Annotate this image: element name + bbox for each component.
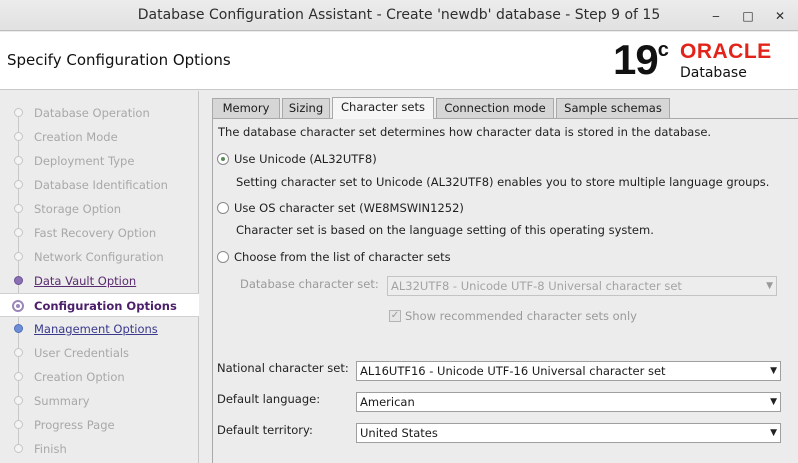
step-summary: Summary — [0, 389, 199, 413]
step-label: User Credentials — [34, 346, 130, 360]
step-user-credentials: User Credentials — [0, 341, 199, 365]
unicode-radio[interactable] — [217, 153, 229, 165]
oracle-version-logo: 19c — [613, 36, 669, 83]
step-dot-icon — [14, 108, 23, 117]
step-label: Summary — [34, 394, 90, 408]
step-dot-icon — [14, 324, 23, 333]
oracle-product-label: Database — [680, 65, 747, 81]
unicode-option-description: Setting character set to Unicode (AL32UT… — [236, 175, 770, 189]
step-database-identification: Database Identification — [0, 173, 199, 197]
step-fast-recovery-option: Fast Recovery Option — [0, 221, 199, 245]
tab-sample-schemas[interactable]: Sample schemas — [556, 98, 670, 118]
os-charset-option-label[interactable]: Use OS character set (WE8MSWIN1252) — [234, 201, 464, 215]
maximize-icon[interactable]: □ — [739, 7, 757, 25]
tab-memory[interactable]: Memory — [212, 98, 280, 118]
step-creation-mode: Creation Mode — [0, 125, 199, 149]
step-label: Creation Option — [34, 370, 125, 384]
step-dot-icon — [14, 444, 23, 453]
page-title: Specify Configuration Options — [7, 51, 231, 69]
show-recommended-label: Show recommended character sets only — [405, 309, 637, 323]
show-recommended-checkbox[interactable]: ✓ — [389, 310, 401, 322]
page-header: Specify Configuration Options 19c ORACLE… — [0, 32, 798, 90]
national-charset-label: National character set: — [217, 361, 349, 375]
step-storage-option: Storage Option — [0, 197, 199, 221]
step-dot-icon — [14, 348, 23, 357]
step-finish: Finish — [0, 437, 199, 461]
step-label: Configuration Options — [34, 299, 177, 313]
charset-intro-text: The database character set determines ho… — [218, 125, 712, 139]
step-dot-icon — [14, 180, 23, 189]
close-icon[interactable]: ✕ — [771, 7, 789, 25]
national-charset-select[interactable]: AL16UTF16 - Unicode UTF-16 Universal cha… — [356, 361, 781, 381]
step-label: Database Identification — [34, 178, 168, 192]
default-territory-select[interactable]: United States ▼ — [356, 423, 781, 443]
default-language-label: Default language: — [217, 392, 321, 406]
window-title: Database Configuration Assistant - Creat… — [137, 7, 661, 23]
steps-sidebar: Database Operation Creation Mode Deploym… — [0, 91, 199, 463]
logo-version-sup: c — [657, 39, 669, 61]
database-charset-select[interactable]: AL32UTF8 - Unicode UTF-8 Universal chara… — [387, 276, 777, 296]
step-dot-icon — [14, 132, 23, 141]
step-configuration-options[interactable]: Configuration Options — [0, 293, 199, 317]
step-label[interactable]: Management Options — [34, 322, 158, 336]
tab-connection-mode[interactable]: Connection mode — [436, 98, 554, 118]
os-charset-option-description: Character set is based on the language s… — [236, 223, 654, 237]
minimize-icon[interactable]: ‒ — [707, 7, 725, 25]
step-database-operation: Database Operation — [0, 101, 199, 125]
step-label[interactable]: Data Vault Option — [34, 274, 136, 288]
default-territory-value: United States — [360, 426, 438, 440]
step-label: Fast Recovery Option — [34, 226, 157, 240]
step-dot-icon — [14, 276, 23, 285]
step-label: Creation Mode — [34, 130, 118, 144]
tab-sizing[interactable]: Sizing — [282, 98, 330, 118]
database-charset-label: Database character set: — [240, 277, 379, 291]
step-data-vault-option[interactable]: Data Vault Option — [0, 269, 199, 293]
step-label: Storage Option — [34, 202, 122, 216]
logo-version: 19 — [613, 36, 659, 83]
step-creation-option: Creation Option — [0, 365, 199, 389]
step-dot-icon — [14, 204, 23, 213]
step-dot-icon — [14, 396, 23, 405]
tab-character-sets[interactable]: Character sets — [332, 97, 434, 119]
choose-from-list-radio[interactable] — [217, 251, 229, 263]
step-management-options[interactable]: Management Options — [0, 317, 199, 341]
current-step-icon — [12, 300, 24, 312]
step-label: Database Operation — [34, 106, 150, 120]
default-territory-label: Default territory: — [217, 423, 313, 437]
step-progress-page: Progress Page — [0, 413, 199, 437]
step-label: Finish — [34, 442, 67, 456]
step-label: Network Configuration — [34, 250, 164, 264]
step-deployment-type: Deployment Type — [0, 149, 199, 173]
chevron-down-icon: ▼ — [770, 428, 777, 438]
oracle-logo: ORACLE — [680, 40, 772, 63]
database-charset-value: AL32UTF8 - Unicode UTF-8 Universal chara… — [391, 279, 682, 293]
chevron-down-icon: ▼ — [770, 397, 777, 407]
step-network-configuration: Network Configuration — [0, 245, 199, 269]
step-label: Progress Page — [34, 418, 115, 432]
choose-from-list-label[interactable]: Choose from the list of character sets — [234, 250, 451, 264]
chevron-down-icon: ▼ — [766, 281, 773, 291]
step-dot-icon — [14, 156, 23, 165]
step-dot-icon — [14, 372, 23, 381]
os-charset-radio[interactable] — [217, 202, 229, 214]
step-dot-icon — [14, 420, 23, 429]
step-label: Deployment Type — [34, 154, 135, 168]
step-dot-icon — [14, 228, 23, 237]
default-language-value: American — [360, 395, 415, 409]
national-charset-value: AL16UTF16 - Unicode UTF-16 Universal cha… — [360, 364, 666, 378]
window-titlebar: Database Configuration Assistant - Creat… — [0, 0, 798, 31]
default-language-select[interactable]: American ▼ — [356, 392, 781, 412]
unicode-option-label[interactable]: Use Unicode (AL32UTF8) — [234, 152, 377, 166]
chevron-down-icon: ▼ — [770, 366, 777, 376]
step-dot-icon — [14, 252, 23, 261]
